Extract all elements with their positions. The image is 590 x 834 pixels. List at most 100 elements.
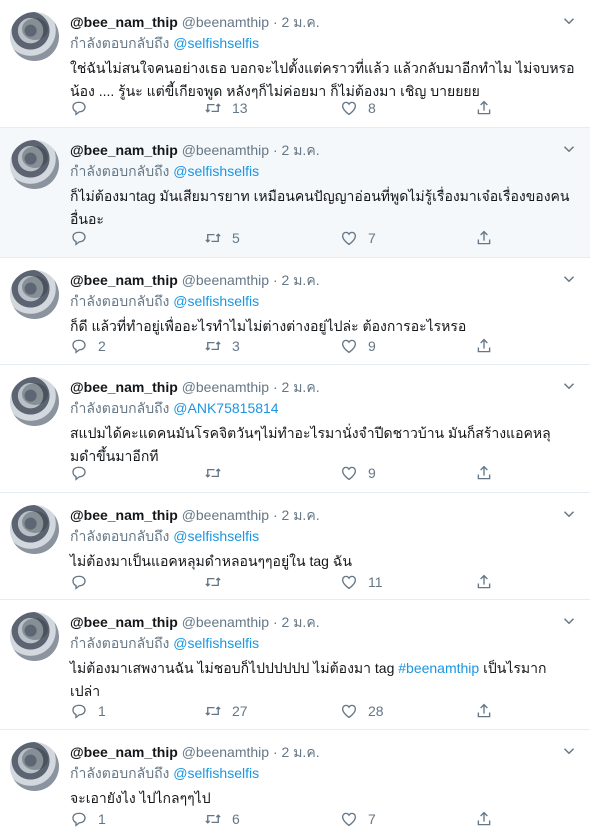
display-name[interactable]: @bee_nam_thip xyxy=(70,379,178,395)
like-count: 7 xyxy=(368,230,376,246)
share-icon xyxy=(475,464,493,482)
timestamp[interactable]: 2 ม.ค. xyxy=(282,614,320,630)
tweet-actions: 13 8 xyxy=(70,98,520,118)
reply-mention-link[interactable]: @selfishselfis xyxy=(173,528,259,544)
reply-button[interactable] xyxy=(70,463,98,483)
avatar[interactable] xyxy=(10,270,59,319)
share-button[interactable] xyxy=(475,336,493,356)
reply-mention-link[interactable]: @selfishselfis xyxy=(173,35,259,51)
like-button[interactable]: 28 xyxy=(340,701,384,721)
chevron-down-icon[interactable] xyxy=(560,270,578,288)
display-name[interactable]: @bee_nam_thip xyxy=(70,614,178,630)
timestamp[interactable]: 2 ม.ค. xyxy=(282,744,320,760)
reply-button[interactable]: 1 xyxy=(70,701,106,721)
tweet-card[interactable]: @bee_nam_thip @beenamthip · 2 ม.ค. กำลัง… xyxy=(0,0,590,128)
retweet-button[interactable]: 13 xyxy=(204,98,248,118)
retweet-count: 13 xyxy=(232,100,248,116)
hashtag-link[interactable]: #beenamthip xyxy=(398,660,479,676)
display-name[interactable]: @bee_nam_thip xyxy=(70,142,178,158)
timestamp[interactable]: 2 ม.ค. xyxy=(282,142,320,158)
reply-button[interactable] xyxy=(70,98,98,118)
reply-mention-link[interactable]: @selfishselfis xyxy=(173,163,259,179)
like-count: 7 xyxy=(368,811,376,827)
tweet-card[interactable]: @bee_nam_thip @beenamthip · 2 ม.ค. กำลัง… xyxy=(0,493,590,600)
chevron-down-icon[interactable] xyxy=(560,612,578,630)
reply-mention-link[interactable]: @ANK75815814 xyxy=(173,400,278,416)
tweet-card[interactable]: @bee_nam_thip @beenamthip · 2 ม.ค. กำลัง… xyxy=(0,600,590,730)
display-name[interactable]: @bee_nam_thip xyxy=(70,507,178,523)
avatar[interactable] xyxy=(10,12,59,61)
avatar[interactable] xyxy=(10,140,59,189)
reply-button[interactable] xyxy=(70,228,98,248)
heart-icon xyxy=(340,573,358,591)
reply-mention-link[interactable]: @selfishselfis xyxy=(173,293,259,309)
username[interactable]: @beenamthip xyxy=(182,744,269,760)
separator-dot: · xyxy=(272,142,278,158)
avatar[interactable] xyxy=(10,612,59,661)
reply-mention-link[interactable]: @selfishselfis xyxy=(173,635,259,651)
timestamp[interactable]: 2 ม.ค. xyxy=(282,272,320,288)
reply-count: 1 xyxy=(98,703,106,719)
share-button[interactable] xyxy=(475,701,493,721)
replying-to: กำลังตอบกลับถึง @selfishselfis xyxy=(70,526,259,548)
username[interactable]: @beenamthip xyxy=(182,142,269,158)
display-name[interactable]: @bee_nam_thip xyxy=(70,744,178,760)
retweet-button[interactable]: 3 xyxy=(204,336,240,356)
retweet-button[interactable]: 5 xyxy=(204,228,240,248)
reply-button[interactable] xyxy=(70,572,98,592)
timestamp[interactable]: 2 ม.ค. xyxy=(282,507,320,523)
avatar[interactable] xyxy=(10,505,59,554)
chevron-down-icon[interactable] xyxy=(560,140,578,158)
chevron-down-icon[interactable] xyxy=(560,12,578,30)
username[interactable]: @beenamthip xyxy=(182,14,269,30)
tweet-text: ก็ดี แล้วที่ทำอยู่เพื่ออะไรทำไมไม่ต่างต่… xyxy=(70,318,467,334)
reply-mention-link[interactable]: @selfishselfis xyxy=(173,765,259,781)
timestamp[interactable]: 2 ม.ค. xyxy=(282,379,320,395)
heart-icon xyxy=(340,810,358,828)
username[interactable]: @beenamthip xyxy=(182,272,269,288)
retweet-icon xyxy=(204,99,222,117)
display-name[interactable]: @bee_nam_thip xyxy=(70,272,178,288)
reply-button[interactable]: 1 xyxy=(70,809,106,829)
retweet-button[interactable]: 27 xyxy=(204,701,248,721)
share-button[interactable] xyxy=(475,463,493,483)
retweet-button[interactable] xyxy=(204,463,232,483)
retweet-icon xyxy=(204,573,222,591)
tweet-card[interactable]: @bee_nam_thip @beenamthip · 2 ม.ค. กำลัง… xyxy=(0,365,590,493)
share-button[interactable] xyxy=(475,98,493,118)
share-button[interactable] xyxy=(475,572,493,592)
display-name[interactable]: @bee_nam_thip xyxy=(70,14,178,30)
reply-button[interactable]: 2 xyxy=(70,336,106,356)
username[interactable]: @beenamthip xyxy=(182,507,269,523)
replying-to-label: กำลังตอบกลับถึง xyxy=(70,400,170,416)
tweet-card[interactable]: @bee_nam_thip @beenamthip · 2 ม.ค. กำลัง… xyxy=(0,730,590,834)
like-button[interactable]: 9 xyxy=(340,336,376,356)
share-icon xyxy=(475,229,493,247)
username[interactable]: @beenamthip xyxy=(182,379,269,395)
timestamp[interactable]: 2 ม.ค. xyxy=(282,14,320,30)
username[interactable]: @beenamthip xyxy=(182,614,269,630)
reply-icon xyxy=(70,573,88,591)
share-button[interactable] xyxy=(475,809,493,829)
share-button[interactable] xyxy=(475,228,493,248)
chevron-down-icon[interactable] xyxy=(560,742,578,760)
like-button[interactable]: 11 xyxy=(340,572,383,592)
tweet-text: ก็ไม่ต้องมาtag มันเสียมารยาท เหมือนคนปัญ… xyxy=(70,188,570,227)
replying-to: กำลังตอบกลับถึง @selfishselfis xyxy=(70,633,259,655)
replying-to: กำลังตอบกลับถึง @selfishselfis xyxy=(70,763,259,785)
chevron-down-icon[interactable] xyxy=(560,377,578,395)
like-button[interactable]: 7 xyxy=(340,809,376,829)
retweet-button[interactable] xyxy=(204,572,232,592)
chevron-down-icon[interactable] xyxy=(560,505,578,523)
like-button[interactable]: 7 xyxy=(340,228,376,248)
tweet-card[interactable]: @bee_nam_thip @beenamthip · 2 ม.ค. กำลัง… xyxy=(0,258,590,365)
avatar[interactable] xyxy=(10,742,59,791)
avatar[interactable] xyxy=(10,377,59,426)
like-button[interactable]: 8 xyxy=(340,98,376,118)
tweet-card[interactable]: @bee_nam_thip @beenamthip · 2 ม.ค. กำลัง… xyxy=(0,128,590,258)
retweet-count: 27 xyxy=(232,703,248,719)
like-button[interactable]: 9 xyxy=(340,463,376,483)
retweet-count: 6 xyxy=(232,811,240,827)
retweet-button[interactable]: 6 xyxy=(204,809,240,829)
like-count: 8 xyxy=(368,100,376,116)
